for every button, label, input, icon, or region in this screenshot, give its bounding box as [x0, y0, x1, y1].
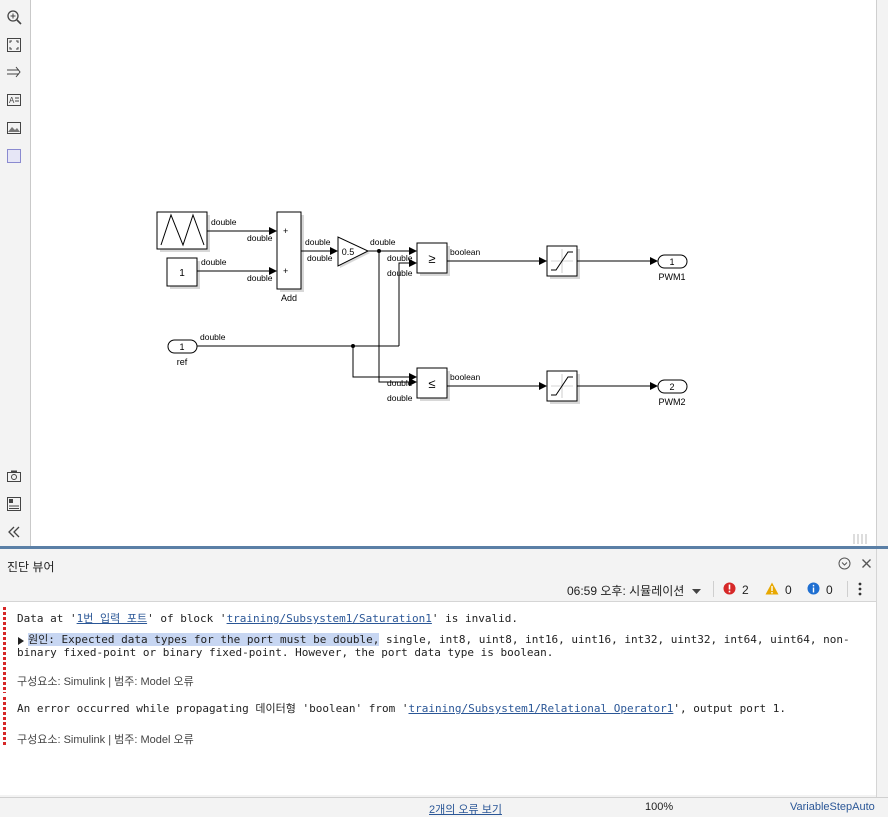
message-1-text: Data at '1번 입력 포트' of block 'training/Su… — [17, 612, 518, 625]
svg-text:0.5: 0.5 — [342, 247, 355, 257]
svg-text:+: + — [283, 266, 288, 276]
svg-text:≤: ≤ — [428, 376, 435, 391]
zoom-in-icon[interactable] — [5, 8, 23, 26]
solver-label[interactable]: VariableStepAuto — [790, 801, 875, 813]
arrow-icon[interactable] — [5, 63, 23, 81]
outport-pwm2[interactable]: 2 — [657, 379, 688, 394]
area-icon[interactable] — [5, 147, 23, 165]
fit-view-icon[interactable] — [5, 36, 23, 54]
gain-block[interactable]: 0.5 — [337, 236, 370, 268]
time-filter-label: 06:59 오후: 시뮬레이션 — [567, 584, 685, 598]
svg-text:double: double — [305, 237, 331, 247]
outport-pwm2-label: PWM2 — [659, 397, 686, 407]
resize-grip[interactable] — [853, 534, 867, 544]
canvas-palette: A — [0, 0, 31, 546]
saturation-block-link[interactable]: training/Subsystem1/Saturation1 — [227, 612, 432, 625]
svg-text:double: double — [201, 257, 227, 267]
svg-text:double: double — [247, 273, 273, 283]
svg-text:≥: ≥ — [428, 251, 435, 266]
svg-text:boolean: boolean — [450, 372, 481, 382]
svg-text:double: double — [247, 233, 273, 243]
message-2-meta: 구성요소: Simulink | 범주: Model 오류 — [17, 734, 194, 746]
property-inspector-icon[interactable] — [5, 495, 23, 513]
chevron-down-icon — [692, 584, 702, 598]
input-port-link[interactable]: 1번 입력 포트 — [77, 612, 147, 625]
outport-pwm1-label: PWM1 — [659, 272, 686, 282]
saturation-block-2[interactable] — [546, 370, 578, 402]
constant-block[interactable]: 1 — [166, 257, 198, 287]
time-filter-dropdown[interactable]: 06:59 오후: 시뮬레이션 — [567, 582, 702, 599]
svg-text:double: double — [200, 332, 226, 342]
svg-text:+: + — [283, 226, 288, 236]
svg-text:double: double — [387, 253, 413, 263]
saturation-block-1[interactable] — [546, 245, 578, 277]
svg-text:double: double — [211, 217, 237, 227]
svg-text:1: 1 — [179, 342, 184, 352]
error-icon — [723, 582, 736, 598]
svg-text:double: double — [307, 253, 333, 263]
relational-operator-link[interactable]: training/Subsystem1/Relational Operator1 — [408, 702, 673, 715]
annotation-icon[interactable]: A — [5, 91, 23, 109]
message-2-text: An error occurred while propagating 데이터형… — [17, 702, 786, 715]
svg-text:1: 1 — [179, 268, 185, 279]
relational-operator-ge[interactable]: ≥ — [416, 242, 448, 274]
svg-text:double: double — [387, 268, 413, 278]
message-1-cause: 원인: Expected data types for the port mus… — [28, 633, 850, 646]
panel-menu-icon[interactable] — [838, 557, 851, 573]
add-block-label: Add — [281, 293, 297, 303]
outport-pwm1[interactable]: 1 — [657, 254, 688, 269]
warning-icon — [765, 582, 779, 598]
diagnostic-scrollbar[interactable] — [876, 549, 888, 797]
warning-count: 0 — [785, 583, 792, 597]
inport-ref[interactable]: 1 — [167, 339, 198, 354]
message-1-meta: 구성요소: Simulink | 범주: Model 오류 — [17, 676, 194, 688]
signal-generator-block[interactable] — [156, 211, 208, 250]
add-block[interactable]: + + — [276, 211, 302, 290]
close-icon[interactable] — [861, 558, 872, 572]
camera-icon[interactable] — [5, 467, 23, 485]
svg-text:A: A — [9, 96, 15, 105]
svg-text:double: double — [387, 378, 413, 388]
error-marker — [3, 607, 6, 693]
inport-ref-label: ref — [177, 357, 188, 367]
svg-text:double: double — [370, 237, 396, 247]
error-count: 2 — [742, 583, 749, 597]
svg-text:1: 1 — [669, 257, 674, 267]
diagnostic-viewer-title: 진단 뷰어 — [7, 560, 55, 574]
relational-operator-le[interactable]: ≤ — [416, 367, 448, 399]
info-count: 0 — [826, 583, 833, 597]
svg-text:boolean: boolean — [450, 247, 481, 257]
diagnostic-message-list: Data at '1번 입력 포트' of block 'training/Su… — [0, 601, 876, 795]
model-canvas[interactable]: 1 + + Add 0.5 ≥ ≤ 1 ref 1 PWM1 2 PWM2 do… — [31, 0, 876, 546]
view-errors-link[interactable]: 2개의 오류 보기 — [429, 801, 502, 817]
image-icon[interactable] — [5, 119, 23, 137]
block-diagram: 1 + + Add 0.5 ≥ ≤ 1 ref 1 PWM1 2 PWM2 do… — [156, 211, 867, 544]
diagnostic-viewer: 진단 뷰어 06:59 오후: 시뮬레이션 2 0 0 Data at '1번 … — [0, 549, 876, 797]
message-1-cause-line2: binary fixed-point or binary fixed-point… — [17, 646, 554, 659]
warning-filter[interactable]: 0 — [765, 582, 792, 598]
collapse-icon[interactable] — [5, 523, 23, 541]
svg-text:2: 2 — [669, 382, 674, 392]
error-marker — [3, 697, 6, 747]
error-filter[interactable]: 2 — [723, 582, 749, 598]
info-filter[interactable]: 0 — [807, 582, 833, 598]
info-icon — [807, 582, 820, 598]
more-options-icon[interactable] — [858, 582, 862, 599]
status-bar: 2개의 오류 보기 100% VariableStepAuto — [0, 797, 888, 817]
canvas-scrollbar[interactable] — [876, 0, 888, 546]
svg-text:double: double — [387, 393, 413, 403]
zoom-level: 100% — [645, 801, 674, 813]
